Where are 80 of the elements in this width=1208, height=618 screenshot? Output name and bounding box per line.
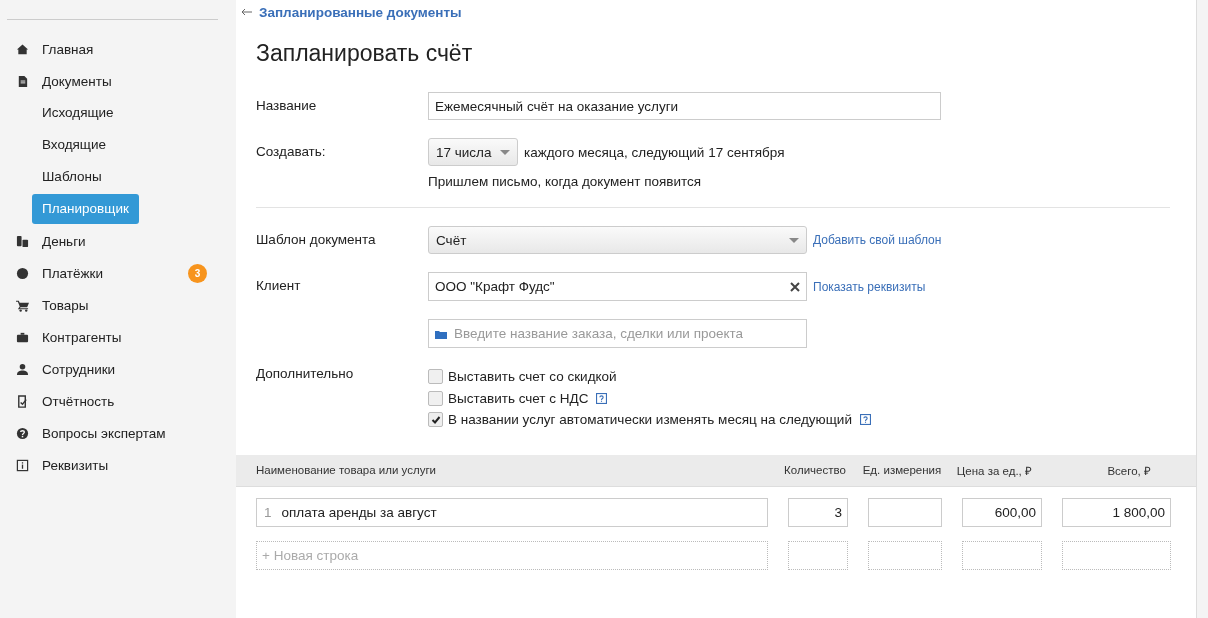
sidebar-item[interactable]: Товары [16, 290, 212, 320]
sidebar-subitem[interactable]: Исходящие [32, 98, 124, 128]
project-field[interactable]: Введите название заказа, сделки или проекта [428, 319, 807, 348]
circle-icon [16, 266, 29, 280]
column-header: Наименование товара или услуги [256, 464, 437, 476]
sidebar-item-label: Сотрудники [42, 361, 116, 377]
field-label: Создавать: [256, 143, 327, 161]
sidebar-item-label: Деньги [42, 233, 86, 249]
note-text: Пришлем письмо, когда документ появится [428, 174, 702, 189]
coins-icon [16, 234, 29, 248]
sidebar-item[interactable]: Вопросы экспертам [16, 418, 212, 448]
cart-icon [16, 298, 29, 312]
home-icon [16, 42, 29, 56]
quantity-field[interactable] [788, 540, 848, 570]
sidebar-item[interactable]: Платёжки 3 [16, 258, 212, 288]
sidebar-item-label: Товары [42, 297, 89, 313]
template-dropdown[interactable]: Счёт [428, 226, 807, 254]
item-name-field[interactable]: 1 оплата аренды за август [256, 497, 768, 527]
caret-icon [500, 149, 510, 155]
checkbox[interactable] [428, 390, 443, 406]
checkmark-icon [430, 414, 441, 425]
notification-badge: 3 [188, 264, 207, 283]
column-header: Всего, ₽ [1106, 463, 1151, 478]
sidebar-item-label: Документы [42, 73, 112, 89]
unit-field[interactable] [868, 497, 942, 527]
sidebar-item-label: Реквизиты [42, 457, 109, 473]
sidebar-item-label: Платёжки [42, 265, 103, 281]
sidebar-item[interactable]: Контрагенты [16, 322, 212, 352]
report-icon [16, 394, 29, 408]
sidebar-item[interactable]: Документы [16, 66, 212, 96]
column-header: Ед. измерения [862, 464, 942, 476]
unit-field[interactable] [868, 540, 942, 570]
field-label: Клиент [256, 277, 302, 295]
new-row-field[interactable]: + Новая строка [256, 540, 768, 570]
client-field[interactable]: ООО "Крафт Фудс" [428, 272, 807, 301]
checkbox[interactable] [428, 412, 443, 428]
checkbox-label: Выставить счет со скидкой [448, 369, 617, 385]
sidebar-item-label: Отчётность [42, 393, 115, 409]
day-dropdown[interactable]: 17 числа [428, 138, 518, 166]
total-field[interactable]: 1 800,00 [1062, 497, 1171, 527]
sidebar-item[interactable]: Реквизиты [16, 450, 212, 480]
page-title: Запланировать счёт [256, 39, 474, 68]
caret-icon [789, 237, 799, 243]
column-header: Количество [783, 464, 847, 476]
sidebar-item[interactable]: Отчётность [16, 386, 212, 416]
question-icon [16, 426, 29, 440]
sidebar-subitem[interactable]: Шаблоны [32, 162, 112, 192]
help-icon[interactable] [859, 414, 871, 426]
show-details-link[interactable]: Показать реквизиты [813, 279, 926, 294]
checkbox-label: В названии услуг автоматически изменять месяц на следующий [448, 412, 852, 428]
field-label: Название [256, 97, 318, 115]
sidebar-item-label: Вопросы экспертам [42, 425, 166, 441]
schedule-text: каждого месяца, следующий 17 сентября [524, 144, 785, 160]
price-field[interactable]: 600,00 [962, 497, 1042, 527]
name-field[interactable]: Ежемесячный счёт на оказание услуги [428, 92, 941, 120]
field-label: Дополнительно [256, 366, 355, 383]
checkbox[interactable] [428, 369, 443, 385]
checkbox-label: Выставить счет с НДС [448, 390, 589, 406]
folder-icon [435, 329, 447, 339]
field-label: Шаблон документа [256, 231, 377, 249]
total-field[interactable] [1062, 540, 1171, 570]
row-number: 1 [263, 504, 272, 520]
sidebar-item[interactable]: Сотрудники [16, 354, 212, 384]
clear-icon[interactable] [790, 281, 800, 292]
price-field[interactable] [962, 540, 1042, 570]
column-header: Цена за ед., ₽ [956, 463, 1032, 478]
sidebar-item[interactable]: Деньги [16, 226, 212, 256]
sidebar-item-label: Главная [42, 41, 94, 57]
sidebar-item-label: Контрагенты [42, 329, 122, 345]
back-arrow-icon[interactable] [241, 8, 253, 16]
add-template-link[interactable]: Добавить свой шаблон [813, 233, 942, 247]
sidebar-item[interactable]: Главная [16, 34, 212, 64]
sidebar-subitem[interactable]: Входящие [32, 130, 116, 160]
help-icon[interactable] [596, 392, 608, 404]
info-icon [16, 458, 29, 472]
briefcase-icon [16, 330, 29, 344]
document-icon [16, 74, 29, 88]
back-link[interactable]: Запланированные документы [259, 4, 462, 20]
person-icon [16, 362, 29, 376]
quantity-field[interactable]: 3 [788, 497, 848, 527]
